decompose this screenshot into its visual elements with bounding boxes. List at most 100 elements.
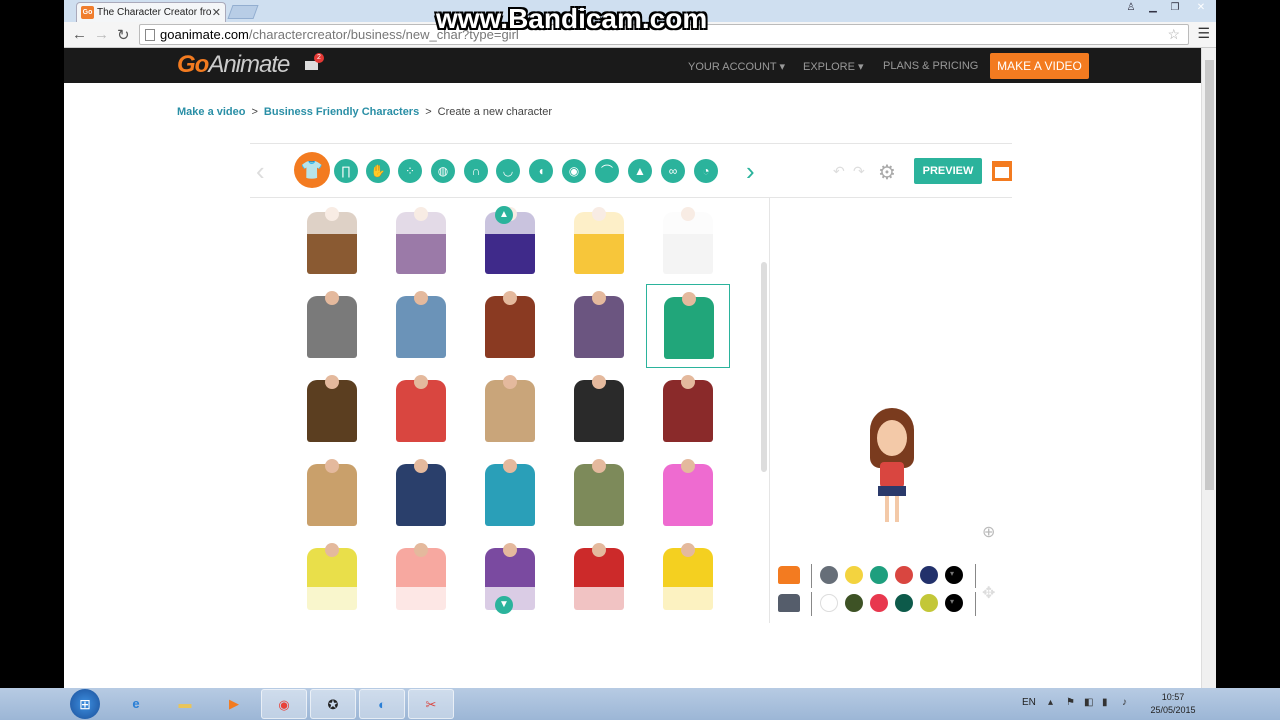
nav-plans-pricing[interactable]: PLANS & PRICING <box>883 60 978 72</box>
restore-icon[interactable]: ❐ <box>1164 0 1186 16</box>
clothing-item[interactable] <box>557 284 641 368</box>
grid-scrollbar[interactable] <box>761 262 767 472</box>
back-icon[interactable]: ← <box>72 26 87 43</box>
breadcrumb-make-video[interactable]: Make a video <box>177 106 245 118</box>
volume-icon[interactable]: ♪ <box>1122 697 1127 708</box>
clothing-item[interactable] <box>290 368 374 452</box>
browser-menu-icon[interactable]: ☰ <box>1197 25 1210 42</box>
clothing-item[interactable] <box>379 368 463 452</box>
minimize-icon[interactable]: ▁ <box>1142 0 1164 16</box>
media-player-icon[interactable]: ▶ <box>211 689 257 719</box>
clothing-item[interactable] <box>290 452 374 536</box>
clothing-thumbnail <box>664 297 714 359</box>
move-icon[interactable]: ✥ <box>982 583 995 603</box>
clothing-neck <box>503 543 517 557</box>
clothing-item[interactable] <box>557 452 641 536</box>
network-icon[interactable]: ▮ <box>1102 697 1108 708</box>
redo-icon[interactable]: ↷ <box>853 163 865 180</box>
clothing-item[interactable] <box>646 368 730 452</box>
nose-category-icon[interactable]: ▲ <box>628 159 652 183</box>
clothing-item[interactable] <box>468 452 552 536</box>
next-category-icon[interactable]: › <box>746 156 755 187</box>
goanimate-logo[interactable]: GoAnimate <box>177 51 290 79</box>
glasses-category-icon[interactable]: ∞ <box>661 159 685 183</box>
clothing-item[interactable] <box>557 368 641 452</box>
secondary-color-swatch[interactable] <box>845 594 863 612</box>
palette-divider <box>811 564 812 588</box>
forward-icon[interactable]: → <box>94 26 109 43</box>
hair-category-icon[interactable]: ∩ <box>464 159 488 183</box>
secondary-color-swatch[interactable] <box>895 594 913 612</box>
make-a-video-button[interactable]: MAKE A VIDEO <box>990 53 1089 79</box>
language-indicator[interactable]: EN <box>1022 697 1036 708</box>
clock[interactable]: 10:57 25/05/2015 <box>1148 691 1198 717</box>
clothing-neck <box>414 543 428 557</box>
close-window-icon[interactable]: ✕ <box>1186 0 1216 16</box>
bookmark-star-icon[interactable]: ☆ <box>1167 26 1180 43</box>
breadcrumb-business-characters[interactable]: Business Friendly Characters <box>264 106 419 118</box>
undo-icon[interactable]: ↶ <box>833 163 845 180</box>
clothing-neck <box>503 291 517 305</box>
page-scrollbar-thumb[interactable] <box>1205 60 1214 490</box>
prev-category-icon[interactable]: ‹ <box>256 156 265 187</box>
eye-category-icon[interactable]: ◉ <box>562 159 586 183</box>
file-explorer-icon[interactable]: ▬ <box>162 689 208 719</box>
hand-category-icon[interactable]: ✋ <box>366 159 390 183</box>
ear-category-icon[interactable]: ◖ <box>529 159 553 183</box>
clothing-item[interactable] <box>379 452 463 536</box>
nav-your-account[interactable]: YOUR ACCOUNT ▾ <box>688 60 785 73</box>
scroll-down-icon[interactable]: ▼ <box>495 596 513 614</box>
upper-body-category-icon[interactable]: 👕 <box>294 152 330 188</box>
mouth-category-icon[interactable]: ◡ <box>496 159 520 183</box>
page-scrollbar[interactable] <box>1201 48 1216 688</box>
clothing-item[interactable] <box>468 368 552 452</box>
start-button[interactable]: ⊞ <box>70 689 100 719</box>
snipping-tool-icon[interactable]: ✂ <box>408 689 454 719</box>
new-tab-button[interactable] <box>227 5 259 19</box>
facial-hair-category-icon[interactable]: ◔ <box>694 159 718 183</box>
browser-tab[interactable]: Go The Character Creator fro ✕ <box>76 2 226 22</box>
tab-close-icon[interactable]: ✕ <box>212 6 221 19</box>
secondary-color-swatch[interactable] <box>870 594 888 612</box>
color-dropdown-icon[interactable]: ▾ <box>950 597 954 606</box>
primary-color-swatch[interactable] <box>920 566 938 584</box>
user-icon[interactable]: ♙ <box>1120 0 1142 16</box>
clothing-neck <box>503 459 517 473</box>
clothing-neck <box>682 292 696 306</box>
palette-divider <box>975 592 976 616</box>
preview-button[interactable]: PREVIEW <box>914 158 982 184</box>
scroll-up-icon[interactable]: ▲ <box>495 206 513 224</box>
primary-color-swatch[interactable] <box>895 566 913 584</box>
internet-explorer-icon[interactable]: e <box>113 689 159 719</box>
globe-app-icon[interactable]: ◐ <box>359 689 405 719</box>
primary-color-swatch[interactable] <box>820 566 838 584</box>
nav-explore[interactable]: EXPLORE ▾ <box>803 60 864 73</box>
clothing-item[interactable] <box>468 284 552 368</box>
clothing-thumbnail <box>574 464 624 526</box>
site-header: GoAnimate 2 YOUR ACCOUNT ▾ EXPLORE ▾ PLA… <box>64 48 1201 83</box>
secondary-color-swatch[interactable] <box>820 594 838 612</box>
color-dropdown-icon[interactable]: ▾ <box>950 569 954 578</box>
clothing-item[interactable] <box>646 452 730 536</box>
primary-color-swatch[interactable] <box>845 566 863 584</box>
primary-color-swatch[interactable] <box>870 566 888 584</box>
gear-icon[interactable]: ⚙ <box>878 160 896 185</box>
eyebrow-category-icon[interactable]: ⌒ <box>595 159 619 183</box>
clothing-item[interactable] <box>379 284 463 368</box>
secondary-color-swatch[interactable] <box>920 594 938 612</box>
face-shape-category-icon[interactable]: ◍ <box>431 159 455 183</box>
footwear-category-icon[interactable]: ⁘ <box>398 159 422 183</box>
action-center-icon[interactable]: ⚑ <box>1066 697 1075 708</box>
breadcrumb-separator: > <box>251 106 258 118</box>
clothing-item[interactable] <box>290 284 374 368</box>
app-icon[interactable]: ✪ <box>310 689 356 719</box>
show-hidden-icon[interactable]: ▴ <box>1048 697 1053 708</box>
breadcrumb: Make a video > Business Friendly Character… <box>177 106 552 118</box>
reload-icon[interactable]: ↻ <box>117 26 130 44</box>
save-icon[interactable] <box>992 161 1012 181</box>
tray-app-icon[interactable]: ◧ <box>1084 697 1093 708</box>
lower-body-category-icon[interactable]: ∏ <box>334 159 358 183</box>
zoom-in-icon[interactable]: ⊕ <box>982 522 995 542</box>
clothing-item[interactable] <box>646 284 730 368</box>
chrome-icon[interactable]: ◉ <box>261 689 307 719</box>
